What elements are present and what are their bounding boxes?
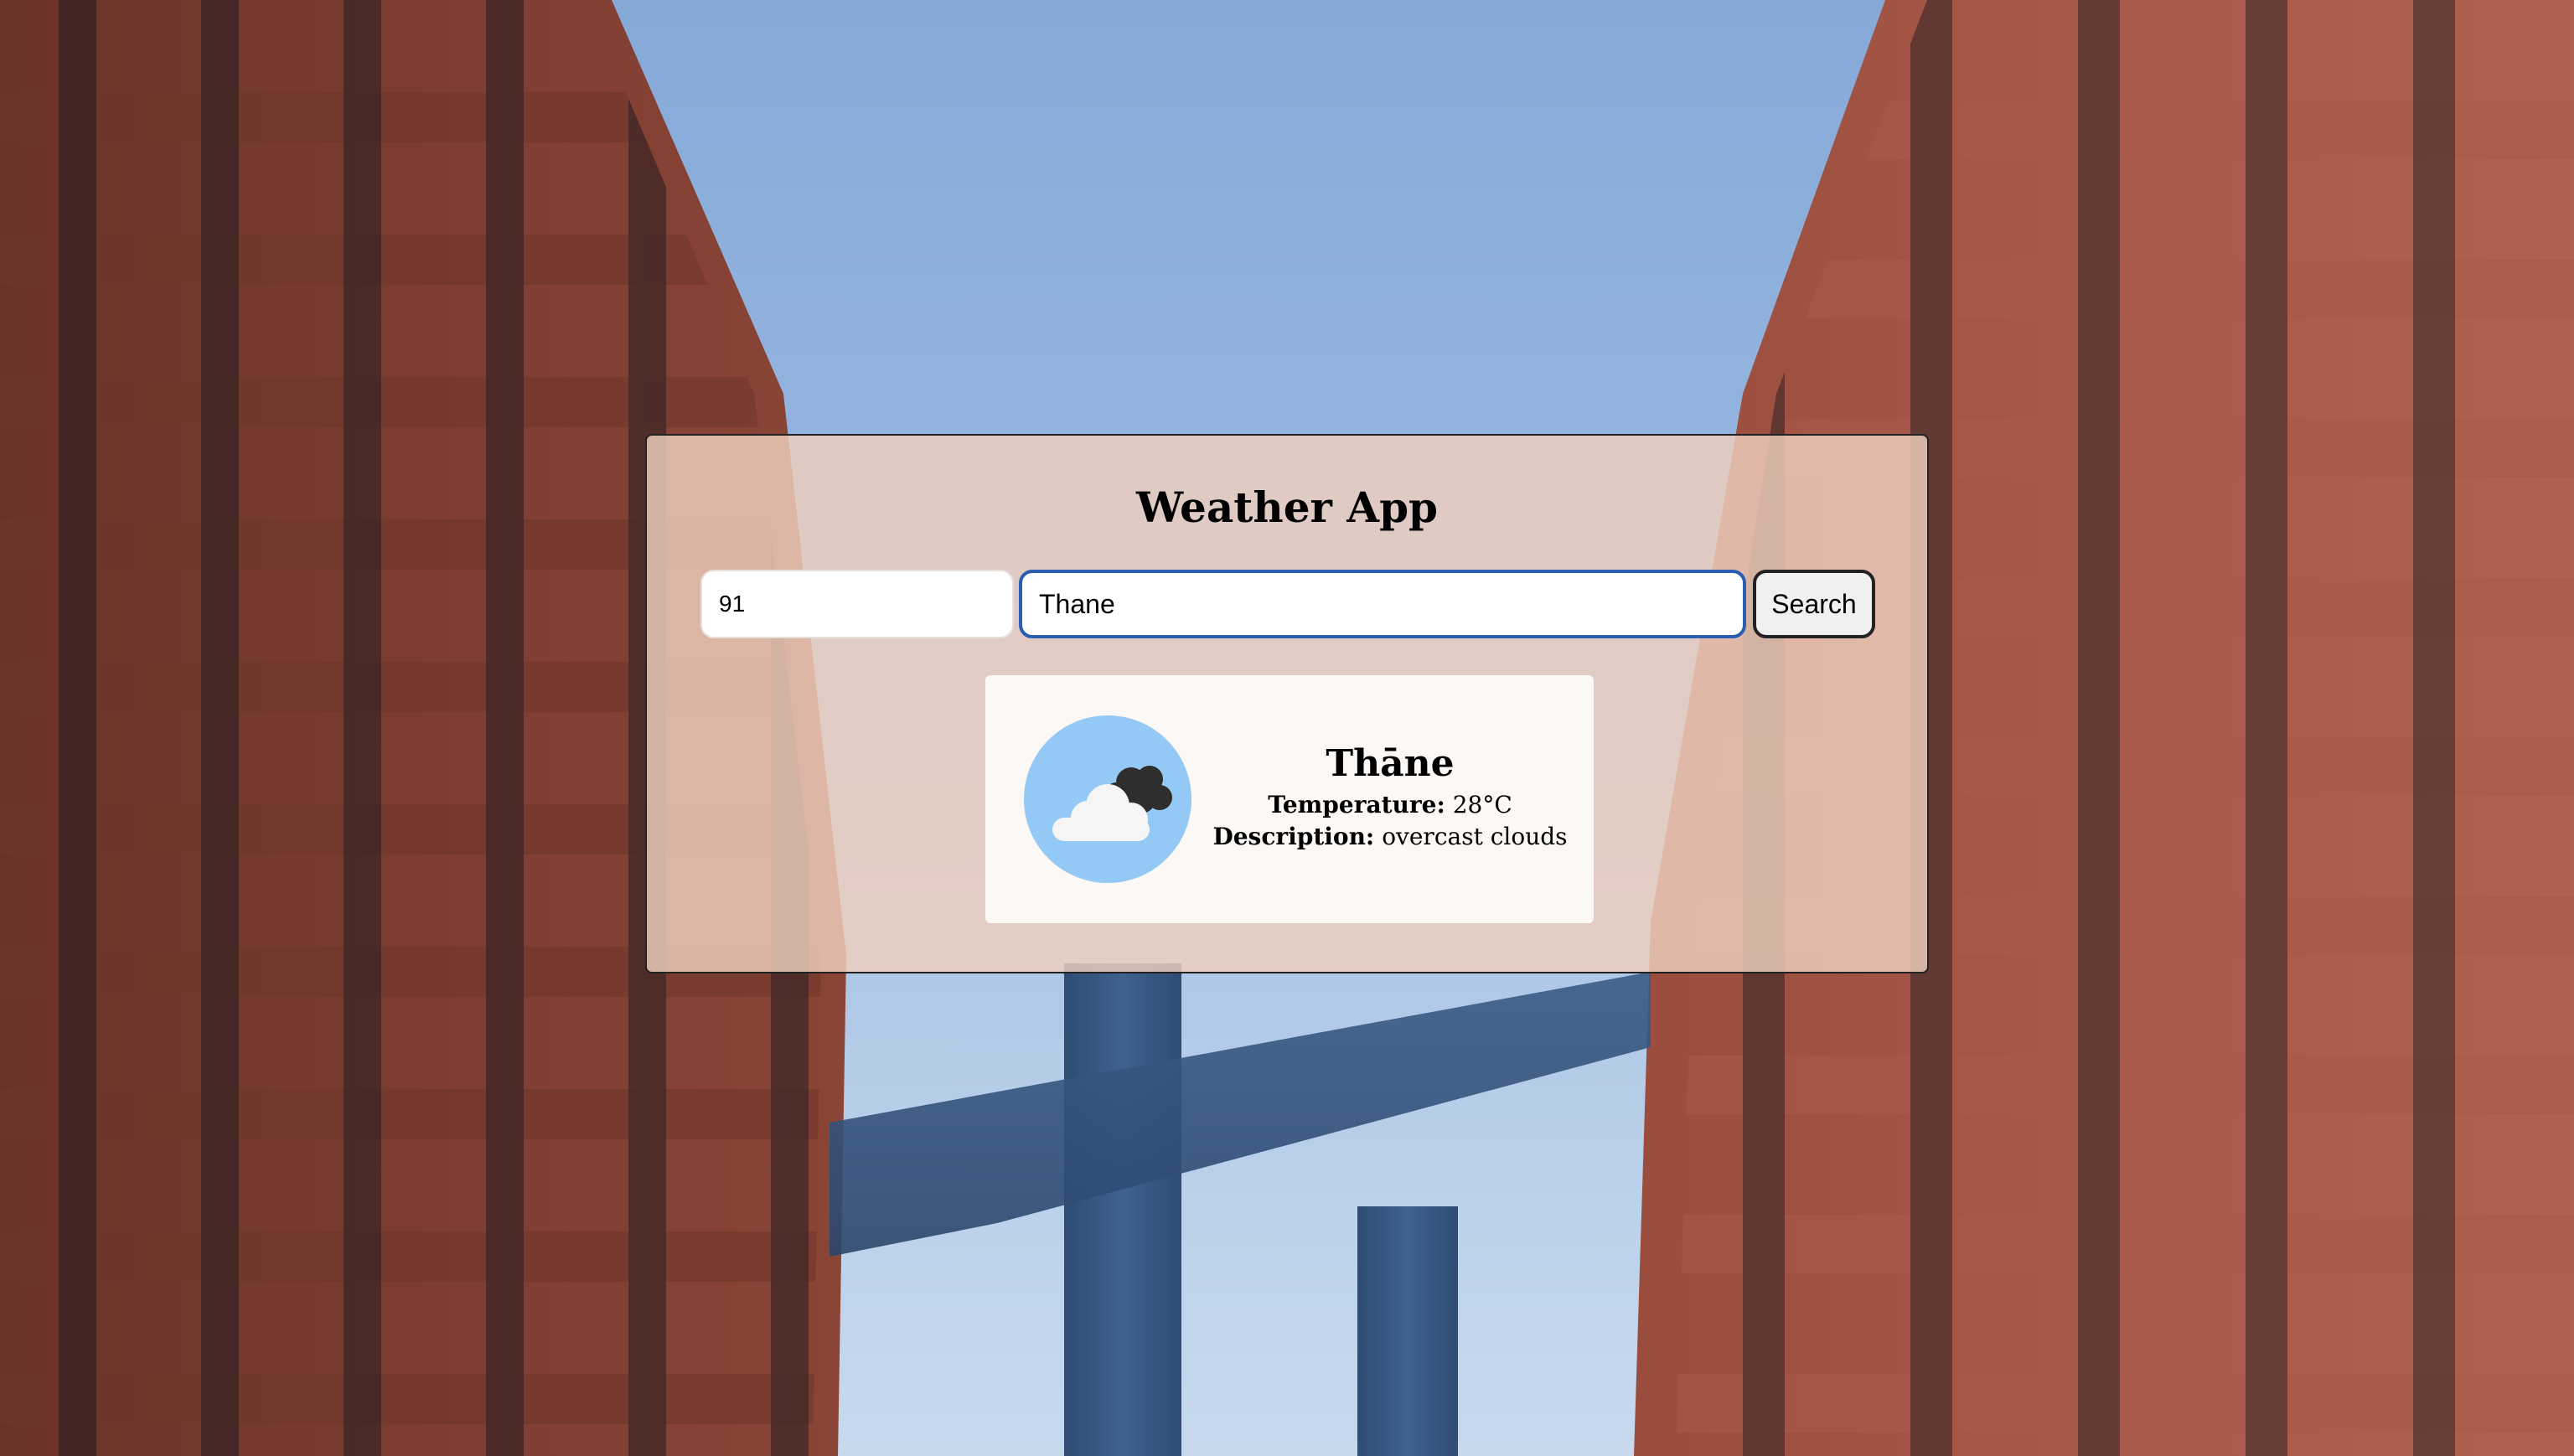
temperature-row: Temperature: 28°C bbox=[1203, 791, 1577, 818]
search-button[interactable]: Search bbox=[1753, 570, 1875, 638]
description-value: overcast clouds bbox=[1382, 823, 1568, 850]
city-name: Thāne bbox=[1326, 742, 1455, 785]
country-code-input[interactable] bbox=[700, 570, 1014, 638]
city-input[interactable] bbox=[1019, 570, 1746, 638]
temperature-label: Temperature: bbox=[1268, 791, 1445, 818]
bridge-tower bbox=[1064, 963, 1181, 1456]
weather-card: Weather App Search Thā bbox=[645, 434, 1929, 973]
description-label: Description: bbox=[1212, 823, 1375, 850]
weather-result-panel: Thāne Temperature: 28°C Description: ove… bbox=[985, 675, 1594, 923]
overcast-clouds-icon bbox=[1024, 715, 1191, 883]
temperature-value: 28°C bbox=[1452, 791, 1512, 818]
app-title: Weather App bbox=[1135, 483, 1438, 532]
description-row: Description: overcast clouds bbox=[1203, 823, 1577, 850]
bridge-tower-secondary bbox=[1357, 1206, 1458, 1456]
